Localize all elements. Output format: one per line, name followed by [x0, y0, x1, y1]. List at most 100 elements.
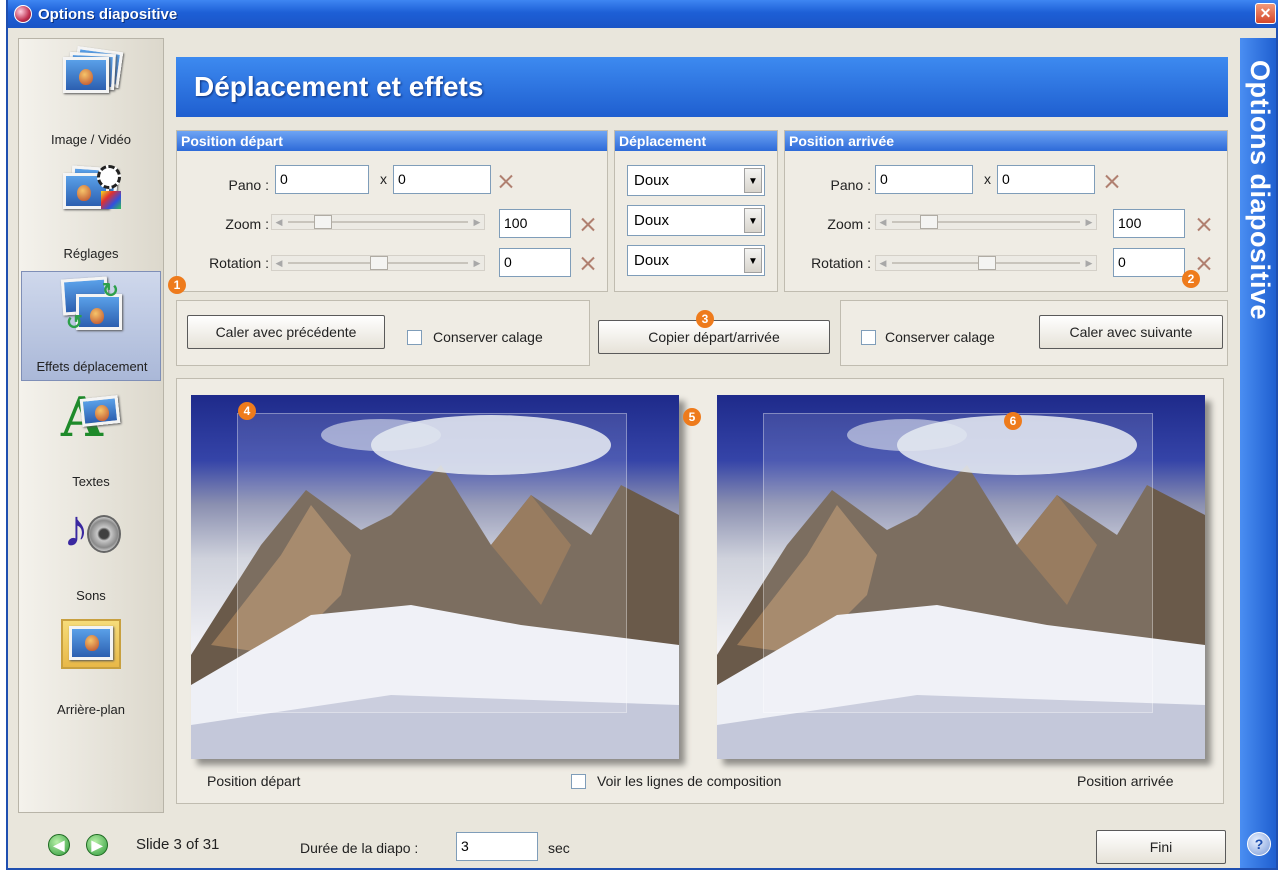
sidebar-item-motion-effects[interactable]: ↻ ↺ Effets déplacement — [21, 271, 161, 381]
end-preview-label: Position arrivée — [1077, 773, 1174, 789]
start-position-group: Position départ Pano : 0 x 0 Zoom : ◀ ▶ … — [176, 130, 608, 292]
sidebar-item-background[interactable]: Arrière-plan — [21, 613, 161, 723]
crop-frame[interactable] — [763, 413, 1153, 713]
previous-slide-button[interactable]: ◀ — [48, 834, 70, 856]
page-title: Déplacement et effets — [194, 71, 484, 102]
reset-zoom-icon[interactable] — [1197, 217, 1211, 231]
slider-thumb[interactable] — [978, 256, 996, 270]
align-next-button[interactable]: Caler avec suivante — [1039, 315, 1223, 349]
rotation-label: Rotation : — [811, 255, 871, 271]
sidebar-item-label: Réglages — [63, 246, 119, 261]
reset-rotation-icon[interactable] — [581, 256, 595, 270]
section-header: Déplacement et effets — [176, 57, 1228, 117]
slider-thumb[interactable] — [370, 256, 388, 270]
end-pano-y-input[interactable]: 0 — [997, 165, 1095, 194]
crop-frame[interactable] — [237, 413, 627, 713]
align-previous-button[interactable]: Caler avec précédente — [187, 315, 385, 349]
copy-start-end-button[interactable]: Copier départ/arrivée — [598, 320, 830, 354]
vertical-title-bar: Options diapositive ? — [1240, 38, 1276, 868]
reset-pano-icon[interactable] — [499, 174, 513, 188]
composition-lines-checkbox[interactable] — [571, 774, 586, 789]
align-left-group: Caler avec précédente Conserver calage — [176, 300, 590, 366]
slider-right-arrow[interactable]: ▶ — [1082, 256, 1096, 270]
zoom-label: Zoom : — [827, 216, 871, 232]
slider-right-arrow[interactable]: ▶ — [470, 256, 484, 270]
callout-badge: 2 — [1182, 270, 1200, 288]
end-rotation-input[interactable]: 0 — [1113, 248, 1185, 277]
start-pano-x-input[interactable]: 0 — [275, 165, 369, 194]
callout-badge: 6 — [1004, 412, 1022, 430]
image-video-icon — [61, 45, 124, 103]
done-button[interactable]: Fini — [1096, 830, 1226, 864]
close-button[interactable]: ✕ — [1255, 3, 1276, 24]
movement-select-zoom[interactable]: Doux ▼ — [627, 205, 765, 236]
keep-alignment-right-checkbox[interactable] — [861, 330, 876, 345]
end-position-group: Position arrivée Pano : 0 x 0 Zoom : ◀ ▶… — [784, 130, 1228, 292]
chevron-down-icon[interactable]: ▼ — [744, 168, 762, 193]
pano-separator: x — [984, 171, 991, 187]
end-position-title: Position arrivée — [785, 131, 1227, 151]
select-value: Doux — [634, 252, 670, 269]
window-title: Options diapositive — [38, 5, 178, 23]
reset-pano-icon[interactable] — [1105, 174, 1119, 188]
sidebar-item-image-video[interactable]: Image / Vidéo — [21, 43, 161, 153]
sidebar-item-settings[interactable]: Réglages — [21, 157, 161, 267]
slider-left-arrow[interactable]: ◀ — [876, 256, 890, 270]
sidebar-item-label: Sons — [76, 588, 106, 603]
start-position-title: Position départ — [177, 131, 607, 151]
help-icon[interactable]: ? — [1247, 832, 1271, 856]
chevron-down-icon[interactable]: ▼ — [744, 248, 762, 273]
chevron-down-icon[interactable]: ▼ — [744, 208, 762, 233]
end-rotation-slider[interactable]: ◀ ▶ — [875, 255, 1097, 271]
slider-right-arrow[interactable]: ▶ — [470, 215, 484, 229]
slider-thumb[interactable] — [920, 215, 938, 229]
duration-input[interactable]: 3 — [456, 832, 538, 861]
align-right-group: Conserver calage Caler avec suivante — [840, 300, 1228, 366]
select-value: Doux — [634, 172, 670, 189]
sidebar-item-label: Arrière-plan — [57, 702, 125, 717]
preview-area: Position départ Voir les lignes de compo… — [176, 378, 1224, 804]
slider-left-arrow[interactable]: ◀ — [272, 215, 286, 229]
keep-alignment-left-checkbox[interactable] — [407, 330, 422, 345]
reset-rotation-icon[interactable] — [1197, 256, 1211, 270]
title-bar: Options diapositive ✕ — [8, 0, 1278, 28]
slide-counter: Slide 3 of 31 — [136, 836, 220, 853]
sidebar-item-texts[interactable]: A Textes — [21, 385, 161, 495]
end-position-preview[interactable] — [717, 395, 1205, 759]
movement-select-pano[interactable]: Doux ▼ — [627, 165, 765, 196]
callout-badge: 5 — [683, 408, 701, 426]
options-window: Options diapositive ✕ Image / Vidéo Régl… — [6, 0, 1278, 870]
rotation-label: Rotation : — [209, 255, 269, 271]
end-zoom-input[interactable]: 100 — [1113, 209, 1185, 238]
slider-right-arrow[interactable]: ▶ — [1082, 215, 1096, 229]
keep-alignment-right-label: Conserver calage — [885, 329, 995, 345]
end-pano-x-input[interactable]: 0 — [875, 165, 973, 194]
text-icon: A — [61, 389, 123, 445]
select-value: Doux — [634, 212, 670, 229]
sound-icon: ♪ — [61, 501, 123, 559]
slider-thumb[interactable] — [314, 215, 332, 229]
start-preview-label: Position départ — [207, 773, 301, 789]
duration-unit: sec — [548, 840, 570, 856]
start-rotation-input[interactable]: 0 — [499, 248, 571, 277]
motion-effects-icon: ↻ ↺ — [60, 276, 124, 334]
end-zoom-slider[interactable]: ◀ ▶ — [875, 214, 1097, 230]
callout-badge: 3 — [696, 310, 714, 328]
reset-zoom-icon[interactable] — [581, 217, 595, 231]
callout-badge: 4 — [238, 402, 256, 420]
movement-group: Déplacement Doux ▼ Doux ▼ Doux ▼ — [614, 130, 778, 292]
start-rotation-slider[interactable]: ◀ ▶ — [271, 255, 485, 271]
sidebar-item-sounds[interactable]: ♪ Sons — [21, 499, 161, 609]
pano-label: Pano : — [228, 177, 269, 193]
next-slide-button[interactable]: ▶ — [86, 834, 108, 856]
movement-select-rotation[interactable]: Doux ▼ — [627, 245, 765, 276]
start-pano-y-input[interactable]: 0 — [393, 165, 491, 194]
start-position-preview[interactable] — [191, 395, 679, 759]
slider-left-arrow[interactable]: ◀ — [272, 256, 286, 270]
slider-left-arrow[interactable]: ◀ — [876, 215, 890, 229]
sidebar: Image / Vidéo Réglages ↻ ↺ Effets déplac… — [18, 38, 164, 813]
start-zoom-slider[interactable]: ◀ ▶ — [271, 214, 485, 230]
zoom-label: Zoom : — [225, 216, 269, 232]
duration-label: Durée de la diapo : — [300, 840, 419, 856]
start-zoom-input[interactable]: 100 — [499, 209, 571, 238]
